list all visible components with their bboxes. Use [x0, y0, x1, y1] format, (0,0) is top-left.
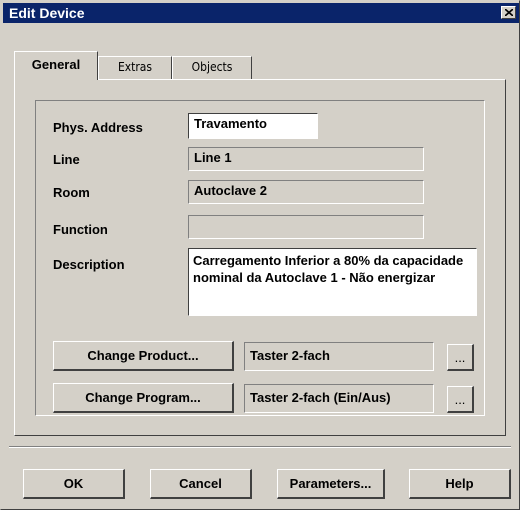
ok-button-label: OK	[63, 476, 84, 491]
tab-objects[interactable]: Objects	[172, 56, 252, 79]
description-label: Description	[53, 257, 125, 272]
help-button[interactable]: Help	[409, 469, 511, 499]
edit-device-dialog: Edit Device General Extras Objects Phys.…	[0, 0, 520, 510]
phys-address-field[interactable]: Travamento	[188, 113, 318, 139]
tab-extras[interactable]: Extras	[98, 56, 172, 79]
help-button-label: Help	[445, 476, 474, 491]
tab-objects-label: Objects	[191, 60, 233, 74]
window-title: Edit Device	[9, 5, 85, 21]
browse-product-label: ...	[454, 349, 466, 365]
parameters-button[interactable]: Parameters...	[277, 469, 385, 499]
change-program-button-label: Change Program...	[85, 390, 201, 405]
room-label: Room	[53, 185, 90, 200]
browse-product-button[interactable]: ...	[447, 344, 474, 371]
tab-general[interactable]: General	[14, 51, 98, 80]
footer-separator	[9, 446, 511, 448]
browse-program-button[interactable]: ...	[447, 386, 474, 413]
function-field	[188, 215, 424, 239]
program-field: Taster 2-fach (Ein/Aus)	[244, 384, 434, 413]
cancel-button[interactable]: Cancel	[150, 469, 252, 499]
tab-general-label: General	[31, 57, 81, 72]
room-field: Autoclave 2	[188, 180, 424, 204]
parameters-button-label: Parameters...	[289, 476, 372, 491]
line-field: Line 1	[188, 147, 424, 171]
cancel-button-label: Cancel	[179, 476, 222, 491]
close-icon	[505, 9, 513, 16]
browse-program-label: ...	[454, 391, 466, 407]
change-product-button-label: Change Product...	[87, 348, 199, 363]
close-button[interactable]	[501, 6, 516, 19]
change-program-button[interactable]: Change Program...	[53, 383, 234, 413]
line-label: Line	[53, 152, 80, 167]
change-product-button[interactable]: Change Product...	[53, 341, 234, 371]
tab-extras-label: Extras	[117, 60, 153, 74]
title-bar[interactable]: Edit Device	[3, 3, 519, 23]
phys-address-label: Phys. Address	[53, 120, 143, 135]
product-field: Taster 2-fach	[244, 342, 434, 371]
description-field[interactable]: Carregamento Inferior a 80% da capacidad…	[188, 248, 477, 316]
ok-button[interactable]: OK	[23, 469, 125, 499]
function-label: Function	[53, 222, 108, 237]
